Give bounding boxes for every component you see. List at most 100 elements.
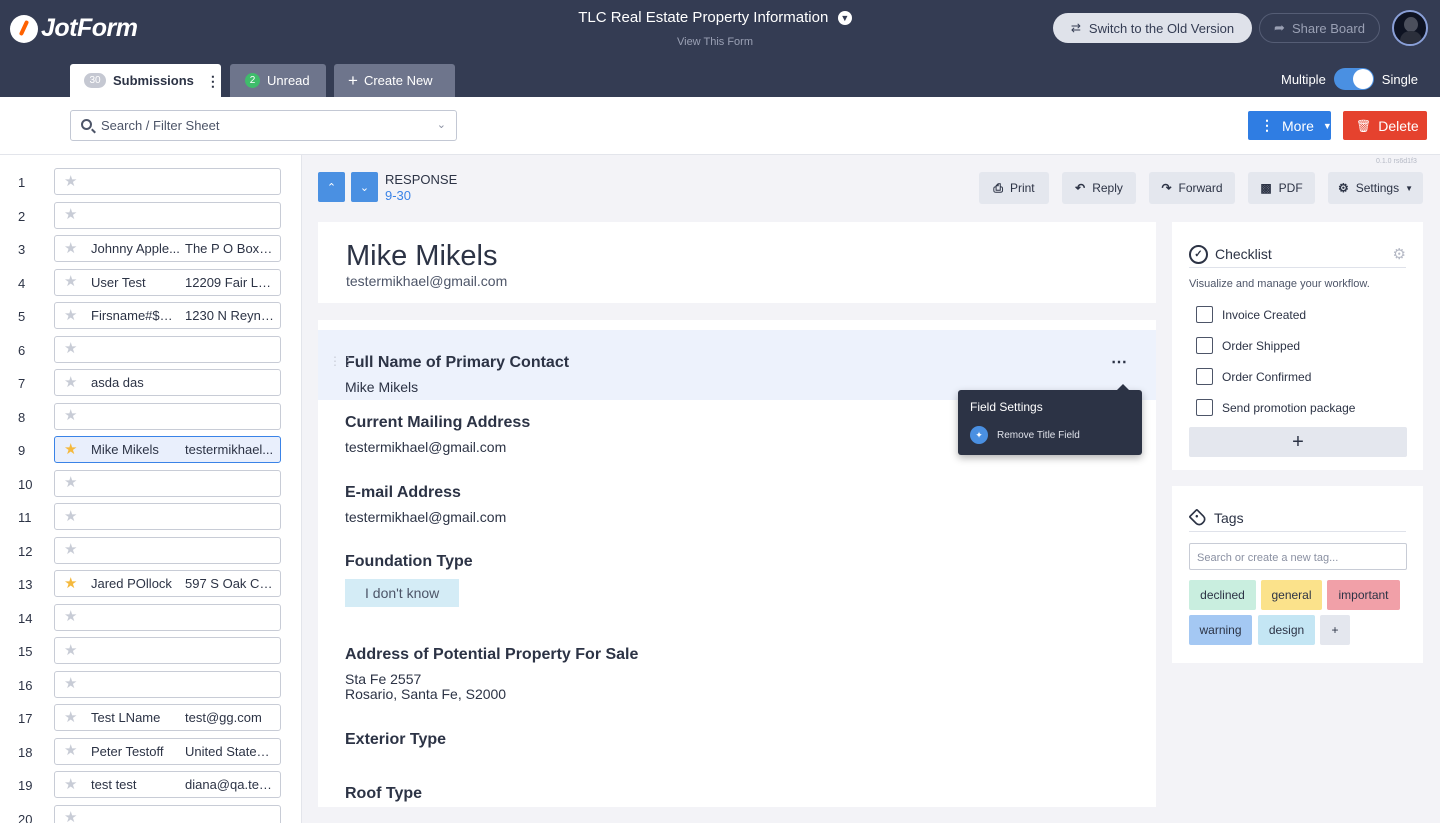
star-icon[interactable]: ★ [64,777,77,792]
table-row[interactable]: 12 ★ [0,534,301,568]
checkbox[interactable] [1196,399,1213,416]
star-icon[interactable]: ★ [64,475,77,490]
checklist-item[interactable]: Send promotion package [1196,399,1355,416]
submission-card[interactable]: ★ User Test 12209 Fair Lak... [54,268,281,296]
star-icon[interactable]: ★ [64,710,77,725]
search-filter-input[interactable]: Search / Filter Sheet ⌄ [70,110,457,141]
user-avatar[interactable] [1392,10,1428,46]
view-multiple-label[interactable]: Multiple [1281,72,1326,87]
pdf-button[interactable]: ▩ PDF [1248,172,1315,204]
drag-handle-icon[interactable]: ⋮⋮ [329,355,355,367]
table-row[interactable]: 4 ★ User Test 12209 Fair Lak... [0,266,301,300]
star-icon[interactable]: ★ [64,509,77,524]
submission-card[interactable]: ★ [54,402,281,430]
tag-general[interactable]: general [1261,580,1322,610]
forward-button[interactable]: ↷ Forward [1149,172,1235,204]
star-icon[interactable]: ★ [64,743,77,758]
table-row[interactable]: 11 ★ [0,500,301,534]
checkbox[interactable] [1196,368,1213,385]
view-mode-switch[interactable] [1333,68,1374,90]
star-icon[interactable]: ★ [64,274,77,289]
table-row[interactable]: 13 ★ Jared POllock 597 S Oak Cir ... [0,567,301,601]
switch-old-version-button[interactable]: ⇄ Switch to the Old Version [1053,13,1252,43]
tag-design[interactable]: design [1258,615,1315,645]
submission-card[interactable]: ★ [54,603,281,631]
submission-card[interactable]: ★ Test LName test@gg.com [54,704,281,731]
more-button[interactable]: ⋮ More ▼ [1248,111,1332,140]
remove-title-field-option[interactable]: ✦ Remove Title Field [970,426,1080,444]
table-row[interactable]: 8 ★ [0,400,301,434]
star-icon[interactable]: ★ [64,375,77,390]
delete-button[interactable]: 🗑 Delete [1343,111,1427,140]
star-icon[interactable]: ★ [64,576,77,591]
form-title-dropdown[interactable]: TLC Real Estate Property Information ▼ [560,9,870,27]
tab-create-new[interactable]: + Create New [334,64,455,97]
add-tag-button[interactable]: + [1320,615,1350,645]
settings-button[interactable]: ⚙ Settings ▼ [1328,172,1423,204]
submission-card[interactable]: ★ Peter Testoff United States ... [54,737,281,765]
star-icon[interactable]: ★ [64,408,77,423]
view-form-link[interactable]: View This Form [560,36,870,48]
star-icon[interactable]: ★ [64,542,77,557]
table-row[interactable]: 6 ★ [0,333,301,367]
tag-declined[interactable]: declined [1189,580,1256,610]
reply-button[interactable]: ↶ Reply [1062,172,1136,204]
chevron-down-icon[interactable]: ▼ [837,11,852,25]
submission-card[interactable]: ★ [54,201,281,229]
star-icon[interactable]: ★ [64,241,77,256]
tag-important[interactable]: important [1327,580,1400,610]
checklist-item[interactable]: Invoice Created [1196,306,1306,323]
star-icon[interactable]: ★ [64,676,77,691]
gear-icon[interactable]: ⚙ [1393,245,1406,263]
submission-card[interactable]: ★ Mike Mikels testermikhael... [54,436,281,463]
star-icon[interactable]: ★ [64,308,77,323]
next-response-button[interactable]: ⌄ [351,172,378,202]
print-button[interactable]: ⎙ Print [979,172,1049,204]
table-row[interactable]: 5 ★ Firsname#$%... 1230 N Reynol... [0,299,301,333]
checkbox[interactable] [1196,337,1213,354]
star-icon[interactable]: ★ [64,174,77,189]
tab-submissions[interactable]: 30 Submissions ⋮ [70,64,221,97]
submission-card[interactable]: ★ [54,335,281,363]
submission-card[interactable]: ★ [54,168,281,195]
tag-search-input[interactable]: Search or create a new tag... [1189,543,1407,570]
table-row[interactable]: 14 ★ [0,601,301,635]
checklist-item[interactable]: Order Confirmed [1196,368,1311,385]
star-icon[interactable]: ★ [64,207,77,222]
jotform-logo[interactable]: JotForm [10,14,138,43]
table-row[interactable]: 10 ★ [0,467,301,501]
submission-card[interactable]: ★ [54,469,281,497]
submission-card[interactable]: ★ [54,503,281,530]
table-row[interactable]: 19 ★ test test diana@qa.team [0,768,301,802]
view-single-label[interactable]: Single [1382,72,1418,87]
table-row[interactable]: 9 ★ Mike Mikels testermikhael... [0,433,301,467]
submission-card[interactable]: ★ Jared POllock 597 S Oak Cir ... [54,570,281,597]
field-options-icon[interactable]: ⋯ [1111,352,1127,372]
table-row[interactable]: 1 ★ [0,165,301,199]
submission-card[interactable]: ★ Johnny Apple... The P O Box 1... [54,235,281,262]
table-row[interactable]: 16 ★ [0,668,301,702]
tag-warning[interactable]: warning [1189,615,1252,645]
checklist-item[interactable]: Order Shipped [1196,337,1300,354]
table-row[interactable]: 2 ★ [0,199,301,233]
submission-card[interactable]: ★ Firsname#$%... 1230 N Reynol... [54,302,281,329]
submission-card[interactable]: ★ [54,637,281,664]
add-checklist-item-button[interactable]: + [1189,427,1407,457]
submission-card[interactable]: ★ [54,536,281,564]
table-row[interactable]: 17 ★ Test LName test@gg.com [0,701,301,735]
checkbox[interactable] [1196,306,1213,323]
star-icon[interactable]: ★ [64,442,77,457]
table-row[interactable]: 7 ★ asda das [0,366,301,400]
tab-unread[interactable]: 2 Unread [230,64,326,97]
star-icon[interactable]: ★ [64,643,77,658]
submission-card[interactable]: ★ asda das [54,369,281,396]
star-icon[interactable]: ★ [64,810,77,823]
submission-card[interactable]: ★ [54,670,281,698]
table-row[interactable]: 3 ★ Johnny Apple... The P O Box 1... [0,232,301,266]
table-row[interactable]: 20 ★ [0,802,301,823]
kebab-menu-icon[interactable]: ⋮ [206,74,220,88]
submission-card[interactable]: ★ [54,804,281,823]
previous-response-button[interactable]: ⌃ [318,172,345,202]
star-icon[interactable]: ★ [64,341,77,356]
chevron-down-icon[interactable]: ⌄ [437,118,446,131]
